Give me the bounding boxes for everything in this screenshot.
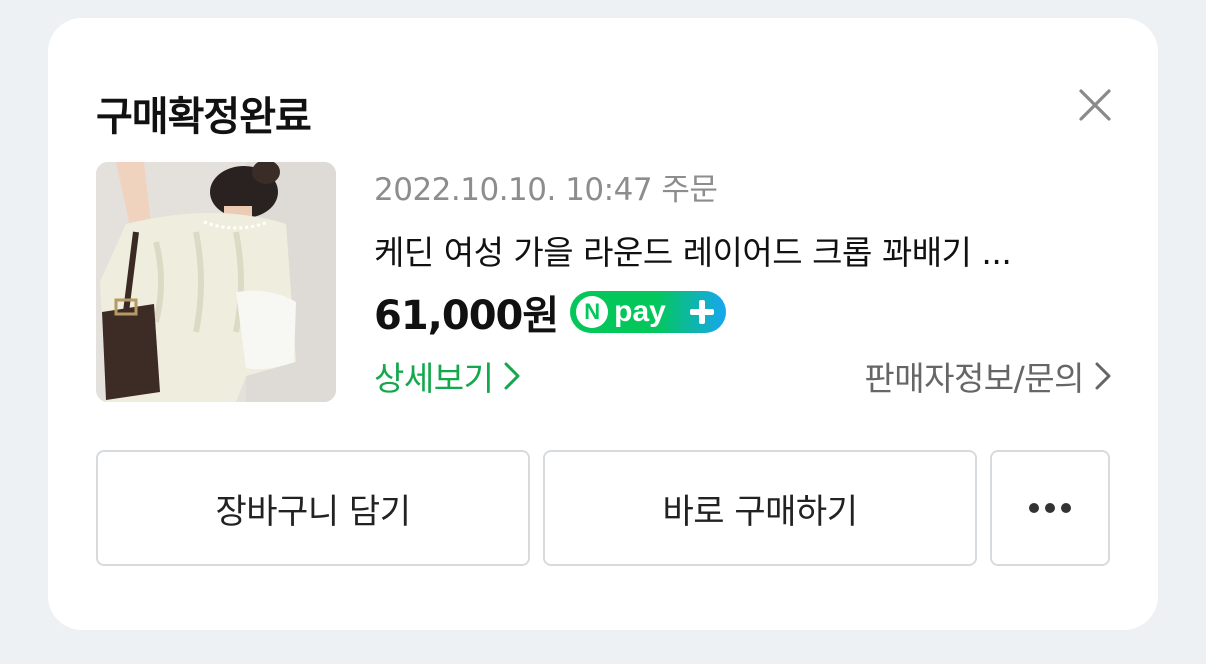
- close-button[interactable]: [1072, 82, 1118, 128]
- purchase-confirmed-card: 구매확정완료 2022.10.10. 10:47 주문 케딘 여성 가을 라운드…: [48, 18, 1158, 630]
- seller-info-link[interactable]: 판매자정보/문의: [864, 352, 1114, 400]
- add-to-cart-button[interactable]: 장바구니 담기: [96, 450, 530, 566]
- npay-badge: N pay: [570, 291, 727, 333]
- detail-link[interactable]: 상세보기: [374, 352, 523, 400]
- product-photo: [96, 162, 336, 402]
- npay-n-icon: N: [576, 296, 609, 328]
- product-price: 61,000원: [374, 293, 559, 339]
- buy-now-label: 바로 구매하기: [662, 491, 859, 532]
- add-to-cart-label: 장바구니 담기: [215, 491, 412, 532]
- more-horizontal-icon: [1029, 503, 1071, 513]
- buy-now-button[interactable]: 바로 구매하기: [543, 450, 977, 566]
- product-image[interactable]: [96, 162, 336, 402]
- seller-info-label: 판매자정보/문의: [864, 359, 1084, 398]
- chevron-right-icon: [1095, 362, 1111, 390]
- page-title: 구매확정완료: [96, 94, 312, 140]
- chevron-right-icon: [504, 362, 520, 390]
- detail-link-label: 상세보기: [374, 359, 494, 398]
- close-icon: [1079, 89, 1111, 121]
- price-row: 61,000원 N pay: [374, 286, 727, 339]
- npay-label: pay: [614, 295, 666, 328]
- order-date: 2022.10.10. 10:47 주문: [374, 172, 718, 208]
- product-name[interactable]: 케딘 여성 가을 라운드 레이어드 크롭 꽈배기 ...: [374, 226, 1110, 274]
- more-options-button[interactable]: [990, 450, 1110, 566]
- plus-icon: [686, 296, 718, 328]
